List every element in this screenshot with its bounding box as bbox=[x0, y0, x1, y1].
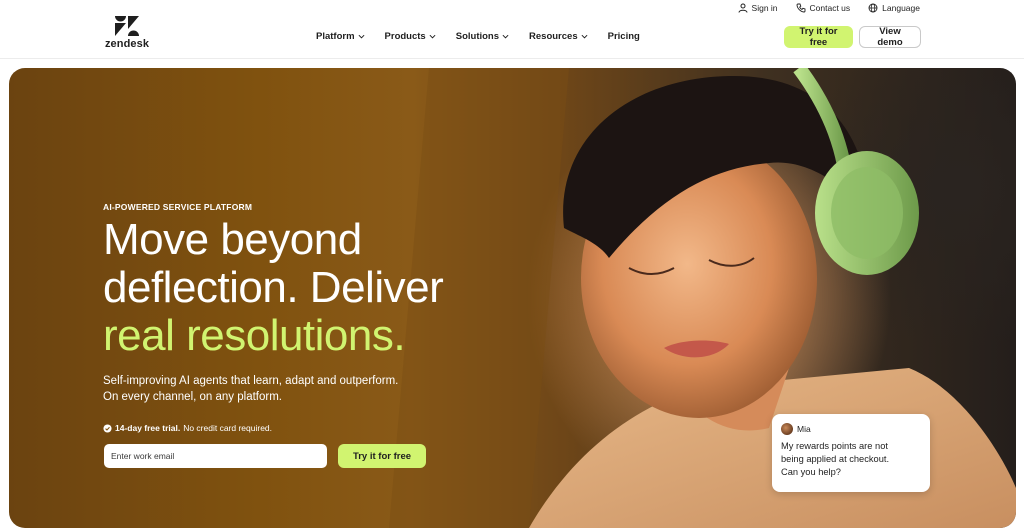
check-circle-icon bbox=[103, 423, 112, 433]
main-nav: Platform Products Solutions Resources Pr… bbox=[316, 31, 660, 42]
nav-item-solutions[interactable]: Solutions bbox=[456, 31, 509, 42]
headline-line-1: Move beyond bbox=[103, 215, 362, 264]
try-free-button[interactable]: Try it for free bbox=[784, 26, 853, 48]
chat-message-line: My rewards points are not bbox=[781, 441, 888, 451]
zendesk-wordmark: zendesk bbox=[104, 38, 150, 50]
chat-sender-name: Mia bbox=[797, 424, 811, 434]
chevron-down-icon bbox=[581, 34, 588, 39]
hero-banner: AI-POWERED SERVICE PLATFORM Move beyond … bbox=[9, 68, 1016, 528]
trial-bold-text: 14-day free trial. bbox=[115, 423, 181, 433]
globe-icon bbox=[868, 3, 878, 13]
chat-message-line: being applied at checkout. bbox=[781, 454, 890, 464]
zendesk-z-logo-icon bbox=[115, 16, 139, 36]
chat-message: My rewards points are not being applied … bbox=[781, 440, 921, 479]
nav-item-products[interactable]: Products bbox=[385, 31, 436, 42]
hero-eyebrow: AI-POWERED SERVICE PLATFORM bbox=[103, 202, 253, 212]
avatar bbox=[781, 423, 793, 435]
chevron-down-icon bbox=[502, 34, 509, 39]
chevron-down-icon bbox=[429, 34, 436, 39]
user-icon bbox=[738, 3, 748, 13]
headline-accent: real resolutions. bbox=[103, 311, 406, 360]
view-demo-button[interactable]: View demo bbox=[859, 26, 921, 48]
sign-in-label: Sign in bbox=[751, 3, 778, 13]
chat-sender: Mia bbox=[781, 423, 921, 435]
nav-item-label: Products bbox=[384, 31, 426, 42]
nav-item-label: Resources bbox=[529, 31, 578, 42]
trial-rest-text: No credit card required. bbox=[183, 423, 273, 433]
nav-item-platform[interactable]: Platform bbox=[316, 31, 365, 42]
language-selector[interactable]: Language bbox=[868, 3, 920, 13]
phone-icon bbox=[796, 3, 805, 13]
work-email-input[interactable] bbox=[104, 444, 327, 468]
headline-line-2: deflection. Deliver bbox=[103, 263, 444, 312]
language-label: Language bbox=[882, 3, 920, 13]
chevron-down-icon bbox=[358, 34, 365, 39]
nav-item-pricing[interactable]: Pricing bbox=[608, 31, 640, 42]
contact-us-link[interactable]: Contact us bbox=[796, 3, 851, 13]
header-divider bbox=[0, 58, 1024, 59]
chat-message-line: Can you help? bbox=[781, 467, 841, 477]
sign-in-link[interactable]: Sign in bbox=[738, 3, 778, 13]
subtext-line-1: Self-improving AI agents that learn, ada… bbox=[103, 375, 399, 387]
nav-item-resources[interactable]: Resources bbox=[529, 31, 588, 42]
nav-item-label: Solutions bbox=[455, 31, 500, 42]
trial-note: 14-day free trial. No credit card requir… bbox=[103, 423, 272, 433]
chat-bubble: Mia My rewards points are not being appl… bbox=[772, 414, 930, 492]
hero-headline: Move beyond deflection. Deliver real res… bbox=[103, 216, 523, 360]
nav-item-label: Platform bbox=[316, 31, 355, 42]
utility-bar: Sign in Contact us Language bbox=[738, 3, 920, 13]
hero-try-free-button[interactable]: Try it for free bbox=[338, 444, 426, 468]
zendesk-logo[interactable]: zendesk bbox=[103, 15, 151, 50]
nav-item-label: Pricing bbox=[607, 31, 640, 42]
hero-subtext: Self-improving AI agents that learn, ada… bbox=[103, 374, 423, 405]
contact-us-label: Contact us bbox=[809, 3, 851, 13]
subtext-line-2: On every channel, on any platform. bbox=[103, 390, 282, 403]
